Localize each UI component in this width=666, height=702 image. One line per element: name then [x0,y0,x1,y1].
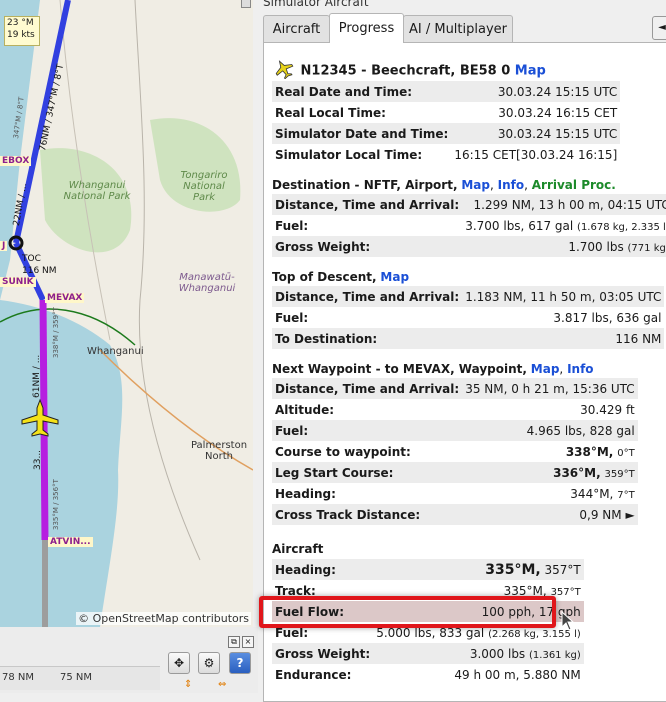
town-label-palmerston: Palmerston North [190,440,248,462]
plane-icon [274,59,296,83]
table-row: Fuel: 4.965 lbs, 828 gal [272,420,638,441]
waypoint-bebox[interactable]: EBOX [0,156,32,166]
aircraft-title: N12345 - Beechcraft, BE58 0 [300,63,511,79]
help-icon: ? [236,656,244,670]
destination-arrival-link[interactable]: Arrival Proc. [532,178,616,192]
waypoint-atvin[interactable]: ATVIN... [48,537,93,547]
map-view[interactable]: 23 °M 19 kts 76NM / 347°M / 8°T 22NM / .… [0,0,253,627]
wind-direction: 23 °M [7,18,34,28]
collapse-left-right-icon[interactable]: ⇔ [218,679,226,690]
tab-progress[interactable]: Progress [329,13,404,43]
aircraft-header: N12345 - Beechcraft, BE58 0 Map [274,59,546,83]
table-row: Gross Weight: 1.700 lbs (771 kg) [272,236,666,257]
park-label-tongariro: Tongariro National Park [180,170,228,203]
wind-speed: 19 kts [7,30,35,40]
times-table: Real Date and Time: 30.03.24 15:15 UTC Re… [272,81,621,165]
next-waypoint-info-link[interactable]: Info [567,362,593,376]
map-canvas [0,0,253,627]
table-row: Fuel: 3.817 lbs, 636 gal [272,307,665,328]
map-bottom-bar: ⧉ × ✥ ⚙ ? ⇕ ⇔ 78 NM 75 NM [0,627,258,693]
table-row: Cross Track Distance: 0,9 NM ► [272,504,638,525]
next-waypoint-map-link[interactable]: Map [531,362,560,376]
table-row: Fuel: 3.700 lbs, 617 gal (1.678 kg, 2.335… [272,215,666,236]
dock-close-button[interactable]: × [242,636,254,648]
tab-ai-multiplayer[interactable]: AI / Multiplayer [403,15,513,42]
mouse-cursor-icon [561,611,575,631]
collapse-up-down-icon[interactable]: ⇕ [184,679,192,690]
dock-float-button[interactable]: ⧉ [228,636,240,648]
table-row: Heading: 335°M, 357°T [272,559,584,580]
leg-tick-4: 335°M / 356°T [52,479,60,530]
tod-map-link[interactable]: Map [380,270,409,284]
leg-label-3: 61NM / ... [32,354,42,398]
aircraft-section-title: Aircraft [272,542,324,556]
destination-info-link[interactable]: Info [498,178,524,192]
waypoint-mevax[interactable]: MEVAX [45,293,85,303]
leg-label-4: 33... [33,449,43,470]
table-row: Real Local Time: 30.03.24 16:15 CET [272,102,621,123]
toc-distance: 116 NM [22,266,57,276]
tod-table: Distance, Time and Arrival: 1.183 NM, 11 … [272,286,665,349]
park-label-whanganui: Whanganui National Park [63,180,131,202]
destination-title: Destination - NFTF, Airport, Map, Info, … [272,178,616,192]
waypoint-sunik[interactable]: SUNIK [0,277,36,287]
next-waypoint-title: Next Waypoint - to MEVAX, Waypoint, Map,… [272,362,594,376]
destination-map-link[interactable]: Map [461,178,490,192]
crosshair-icon: ✥ [173,656,185,670]
dock-control[interactable] [241,0,251,8]
fuel-flow-highlight [259,596,556,628]
tod-title: Top of Descent, Map [272,270,410,284]
table-row: Distance, Time and Arrival: 1.299 NM, 13 … [272,194,666,215]
table-row: Distance, Time and Arrival: 35 NM, 0 h 21… [272,378,638,399]
table-row: Altitude: 30.429 ft [272,399,638,420]
table-row: Distance, Time and Arrival: 1.183 NM, 11 … [272,286,665,307]
center-map-button[interactable]: ✥ [168,652,190,674]
dock-title: Simulator Aircraft [263,0,369,9]
tab-bar: Aircraft Progress AI / Multiplayer [263,13,666,43]
gear-icon: ⚙ [203,656,215,670]
table-row: Simulator Local Time: 16:15 CET[30.03.24 … [272,144,621,165]
table-row: Endurance: 49 h 00 m, 5.880 NM [272,664,584,685]
tab-aircraft[interactable]: Aircraft [263,15,330,42]
map-settings-button[interactable]: ⚙ [198,652,220,674]
table-row: Course to waypoint: 338°M, 0°T [272,441,638,462]
destination-table: Distance, Time and Arrival: 1.299 NM, 13 … [272,194,666,257]
next-waypoint-table: Distance, Time and Arrival: 35 NM, 0 h 21… [272,378,638,525]
table-row: Heading: 344°M, 7°T [272,483,638,504]
elevation-profile[interactable]: 78 NM 75 NM [0,666,160,690]
elevation-dist-1: 78 NM [2,672,35,683]
tab-scroll-button[interactable]: ◄ [652,16,666,40]
region-label: Manawatū-Whanganui [178,272,236,294]
table-row: To Destination: 116 NM [272,328,665,349]
table-row: Leg Start Course: 336°M, 359°T [272,462,638,483]
table-row: Real Date and Time: 30.03.24 15:15 UTC [272,81,621,102]
header-map-link[interactable]: Map [515,64,546,79]
leg-tick-3: 338°M / 359°T [52,307,60,358]
town-label-whanganui: Whanganui [87,346,144,357]
elevation-dist-2: 75 NM [60,672,93,683]
toc-label: TOC [22,254,41,264]
table-row: Simulator Date and Time: 30.03.24 15:15 U… [272,123,621,144]
waypoint-j[interactable]: J [0,241,8,251]
table-row: Gross Weight: 3.000 lbs (1.361 kg) [272,643,584,664]
map-attribution[interactable]: © OpenStreetMap contributors [76,612,251,625]
help-button[interactable]: ? [229,652,251,674]
